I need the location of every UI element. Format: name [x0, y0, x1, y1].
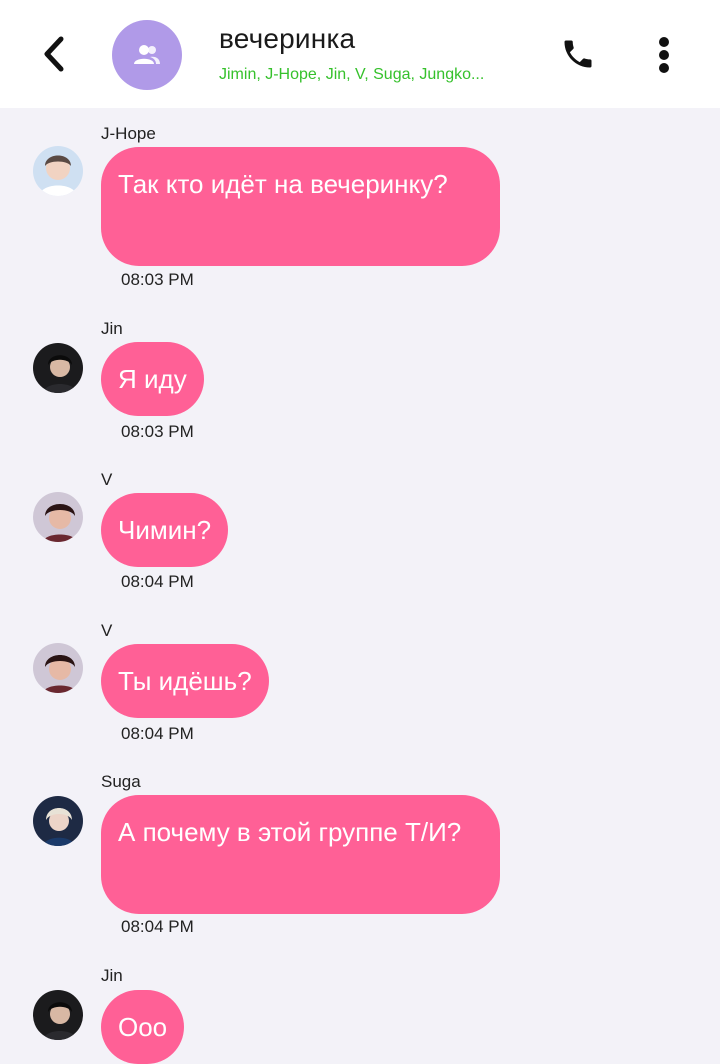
- message-bubble[interactable]: Ооо: [101, 990, 185, 1064]
- chat-title[interactable]: вечеринка: [219, 23, 355, 55]
- message-bubble[interactable]: Ты идёшь?: [101, 644, 269, 718]
- group-avatar[interactable]: [112, 20, 182, 90]
- avatar[interactable]: [33, 990, 83, 1040]
- more-options-button[interactable]: [644, 30, 684, 78]
- message-bubble[interactable]: А почему в этой группе Т/И?: [101, 795, 500, 914]
- message-bubble[interactable]: Я иду: [101, 342, 204, 416]
- avatar[interactable]: [33, 343, 83, 393]
- avatar[interactable]: [33, 146, 83, 196]
- member-list[interactable]: Jimin, J-Hope, Jin, V, Suga, Jungko...: [219, 66, 484, 84]
- message-time: 08:04 PM: [121, 724, 194, 743]
- sender-name: Jin: [101, 966, 123, 985]
- message-bubble[interactable]: Так кто идёт на вечеринку?: [101, 147, 500, 266]
- message-time: 08:03 PM: [121, 270, 194, 289]
- sender-name: V: [101, 621, 113, 640]
- chevron-left-icon: [44, 36, 64, 72]
- avatar[interactable]: [33, 796, 83, 846]
- call-button[interactable]: [556, 32, 600, 76]
- sender-name: J-Hope: [101, 124, 156, 143]
- phone-icon: [564, 40, 592, 68]
- sender-name: Suga: [101, 772, 141, 791]
- message-time: 08:03 PM: [121, 422, 194, 441]
- chat-header: вечеринка Jimin, J-Hope, Jin, V, Suga, J…: [0, 0, 720, 108]
- message-time: 08:04 PM: [121, 917, 194, 936]
- sender-name: Jin: [101, 319, 123, 338]
- message-time: 08:04 PM: [121, 572, 194, 591]
- avatar[interactable]: [33, 492, 83, 542]
- sender-name: V: [101, 470, 113, 489]
- back-button[interactable]: [34, 30, 74, 78]
- group-icon: [134, 45, 160, 64]
- avatar[interactable]: [33, 643, 83, 693]
- message-bubble[interactable]: Чимин?: [101, 493, 229, 567]
- more-vertical-icon: [659, 37, 669, 73]
